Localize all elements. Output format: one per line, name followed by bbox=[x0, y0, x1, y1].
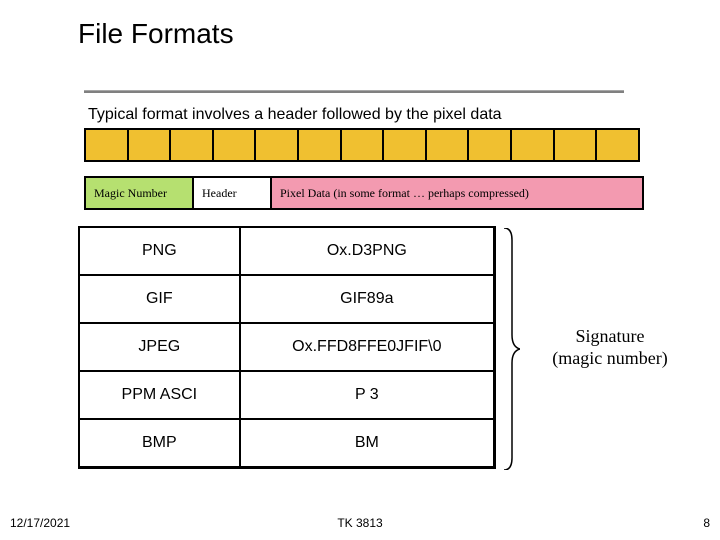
format-name-cell: GIF bbox=[79, 275, 240, 323]
table-row: PNG Ox.D3PNG bbox=[79, 227, 495, 275]
byte-box bbox=[469, 130, 512, 160]
byte-box bbox=[171, 130, 214, 160]
byte-box bbox=[86, 130, 129, 160]
table-row: BMP BM bbox=[79, 419, 495, 467]
byte-box bbox=[342, 130, 385, 160]
format-name-cell: JPEG bbox=[79, 323, 240, 371]
footer-course-code: TK 3813 bbox=[0, 516, 720, 530]
formats-table: PNG Ox.D3PNG GIF GIF89a JPEG Ox.FFD8FFE0… bbox=[78, 226, 496, 469]
byte-box bbox=[427, 130, 470, 160]
table-row: GIF GIF89a bbox=[79, 275, 495, 323]
slide-title: File Formats bbox=[78, 18, 234, 50]
byte-box bbox=[384, 130, 427, 160]
byte-box bbox=[256, 130, 299, 160]
brace-annotation: Signature (magic number) bbox=[530, 326, 690, 369]
format-sig-cell: GIF89a bbox=[240, 275, 495, 323]
pixel-data-segment: Pixel Data (in some format … perhaps com… bbox=[272, 178, 642, 208]
byte-box bbox=[129, 130, 172, 160]
header-segment: Header bbox=[194, 178, 272, 208]
byte-box bbox=[555, 130, 598, 160]
byte-box bbox=[597, 130, 638, 160]
format-sig-cell: BM bbox=[240, 419, 495, 467]
table-row: JPEG Ox.FFD8FFE0JFIF\0 bbox=[79, 323, 495, 371]
byte-box bbox=[214, 130, 257, 160]
magic-number-segment: Magic Number bbox=[86, 178, 194, 208]
format-name-cell: BMP bbox=[79, 419, 240, 467]
footer-page-number: 8 bbox=[703, 516, 710, 530]
annotation-line1: Signature bbox=[576, 326, 645, 346]
format-sig-cell: Ox.D3PNG bbox=[240, 227, 495, 275]
intro-text: Typical format involves a header followe… bbox=[88, 106, 502, 124]
format-name-cell: PNG bbox=[79, 227, 240, 275]
annotation-line2: (magic number) bbox=[552, 348, 667, 368]
byte-box bbox=[299, 130, 342, 160]
byte-box bbox=[512, 130, 555, 160]
format-name-cell: PPM ASCI bbox=[79, 371, 240, 419]
format-sig-cell: P 3 bbox=[240, 371, 495, 419]
byte-boxes-row bbox=[84, 128, 640, 162]
title-underline bbox=[84, 90, 624, 94]
curly-brace-icon bbox=[500, 228, 520, 470]
format-sig-cell: Ox.FFD8FFE0JFIF\0 bbox=[240, 323, 495, 371]
table-row: PPM ASCI P 3 bbox=[79, 371, 495, 419]
file-structure-row: Magic Number Header Pixel Data (in some … bbox=[84, 176, 644, 210]
